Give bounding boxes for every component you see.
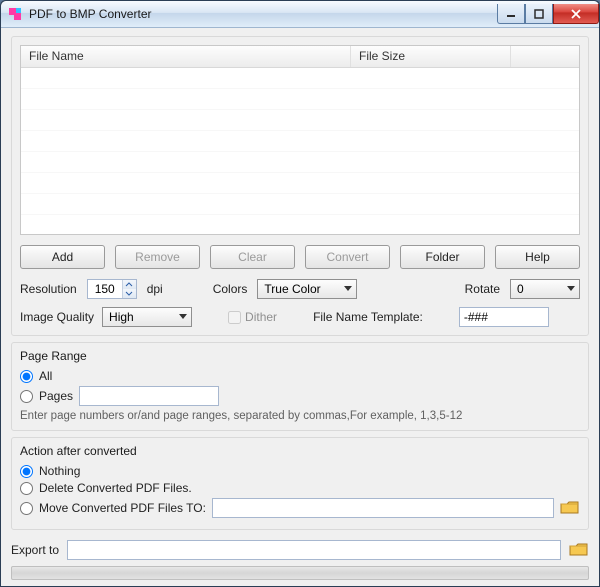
export-path-input[interactable] [67,540,561,560]
filename-template-input[interactable] [459,307,549,327]
browse-move-folder-icon[interactable] [560,500,580,516]
resolution-up-icon[interactable] [122,280,136,289]
settings-row-2: Image Quality High Dither File Name Temp… [20,307,580,327]
export-row: Export to [11,540,589,560]
rotate-select-wrap: 0 [510,279,580,299]
maximize-button[interactable] [525,4,553,24]
window-title: PDF to BMP Converter [29,7,497,21]
help-button[interactable]: Help [495,245,580,269]
page-range-pages-radio[interactable] [20,390,33,403]
page-range-group: Page Range All Pages Enter page numbers … [11,342,589,431]
app-window: PDF to BMP Converter File Name File Size… [0,0,600,587]
dither-checkbox[interactable] [228,311,241,324]
progress-bar [11,566,589,580]
folder-button[interactable]: Folder [400,245,485,269]
action-nothing-radio[interactable] [20,465,33,478]
page-range-pages-input[interactable] [79,386,219,406]
col-header-extra[interactable] [511,46,579,67]
page-range-pages-label: Pages [39,389,73,403]
rotate-select[interactable]: 0 [510,279,580,299]
top-group: File Name File Size Add Remove Clear Con… [11,36,589,336]
browse-export-folder-icon[interactable] [569,542,589,558]
resolution-label: Resolution [20,282,77,296]
rotate-label: Rotate [465,282,500,296]
page-range-hint: Enter page numbers or/and page ranges, s… [20,410,580,422]
page-range-legend: Page Range [20,349,580,363]
action-move-radio[interactable] [20,502,33,515]
file-list-header: File Name File Size [21,46,579,68]
image-quality-select-wrap: High [102,307,192,327]
minimize-button[interactable] [497,4,525,24]
resolution-spinner[interactable] [87,279,137,299]
colors-select-wrap: True Color [257,279,357,299]
action-nothing-label: Nothing [39,464,80,478]
add-button[interactable]: Add [20,245,105,269]
file-list[interactable]: File Name File Size [20,45,580,235]
colors-label: Colors [213,282,248,296]
export-label: Export to [11,543,59,557]
page-range-all-radio[interactable] [20,370,33,383]
titlebar[interactable]: PDF to BMP Converter [1,1,599,28]
dither-label: Dither [245,310,277,324]
action-delete-radio[interactable] [20,482,33,495]
settings-row-1: Resolution dpi Colors True Color Rotate … [20,279,580,299]
clear-button[interactable]: Clear [210,245,295,269]
image-quality-select[interactable]: High [102,307,192,327]
dpi-label: dpi [147,282,163,296]
action-move-label: Move Converted PDF Files TO: [39,501,206,515]
colors-select[interactable]: True Color [257,279,357,299]
window-controls [497,4,599,24]
resolution-input[interactable] [88,280,122,298]
app-icon [7,6,23,22]
file-list-body[interactable] [21,68,579,234]
resolution-down-icon[interactable] [122,289,136,298]
convert-button[interactable]: Convert [305,245,390,269]
action-group: Action after converted Nothing Delete Co… [11,437,589,530]
action-delete-label: Delete Converted PDF Files. [39,481,192,495]
action-legend: Action after converted [20,444,580,458]
close-button[interactable] [553,4,599,24]
page-range-all-label: All [39,369,52,383]
client-area: File Name File Size Add Remove Clear Con… [1,28,599,586]
col-header-filename[interactable]: File Name [21,46,351,67]
filename-template-label: File Name Template: [313,310,423,324]
dither-checkbox-wrap[interactable]: Dither [228,310,277,324]
action-move-path-input[interactable] [212,498,554,518]
remove-button[interactable]: Remove [115,245,200,269]
col-header-filesize[interactable]: File Size [351,46,511,67]
image-quality-label: Image Quality [20,310,94,324]
button-row: Add Remove Clear Convert Folder Help [20,245,580,269]
